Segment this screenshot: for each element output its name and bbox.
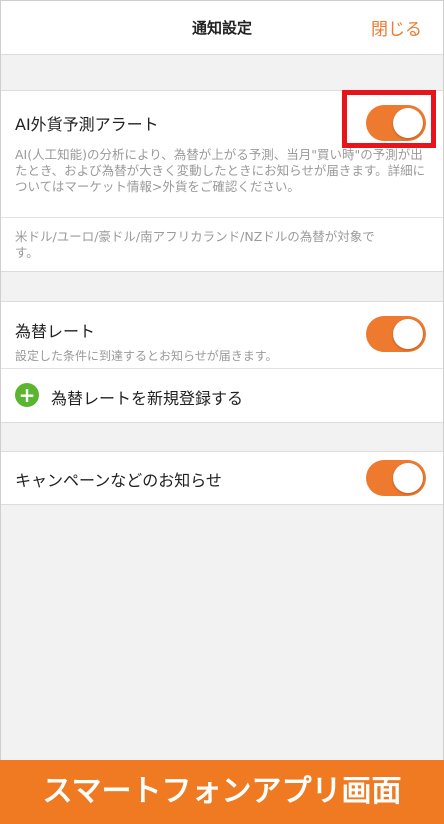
toggle-knob [393,319,423,349]
highlight-box [342,90,436,148]
fx-rate-section: 為替レート 設定した条件に到達するとお知らせが届きます。 + 為替レートを新規登… [1,301,443,423]
ai-alert-description: AI(人工知能)の分析により、為替が上がる予測、当月"買い時"の予測が出たとき、… [15,147,426,194]
divider [1,217,443,218]
ai-alert-label: AI外貨予測アラート [15,115,159,134]
currencies-note: 米ドル/ユーロ/豪ドル/南アフリカランド/NZドルの為替が対象です。 [15,229,375,260]
fx-rate-toggle[interactable] [366,316,426,352]
plus-icon: + [15,383,39,407]
toggle-knob [393,463,423,493]
campaign-label: キャンペーンなどのお知らせ [15,471,222,490]
app-screen: 通知設定 閉じる AI外貨予測アラート AI(人工知能)の分析により、為替が上が… [0,0,444,824]
add-fx-rate-row[interactable]: + 為替レートを新規登録する [1,369,443,421]
fx-rate-description: 設定した条件に到達するとお知らせが届きます。 [15,349,278,363]
campaign-toggle[interactable] [366,460,426,496]
fx-rate-label: 為替レート [15,322,96,341]
close-button[interactable]: 閉じる [371,15,422,40]
footer-banner: スマートフォンアプリ画面 [0,760,444,824]
add-fx-rate-label: 為替レートを新規登録する [51,389,244,408]
campaign-section: キャンペーンなどのお知らせ [1,451,443,505]
navigation-bar: 通知設定 閉じる [1,1,443,55]
